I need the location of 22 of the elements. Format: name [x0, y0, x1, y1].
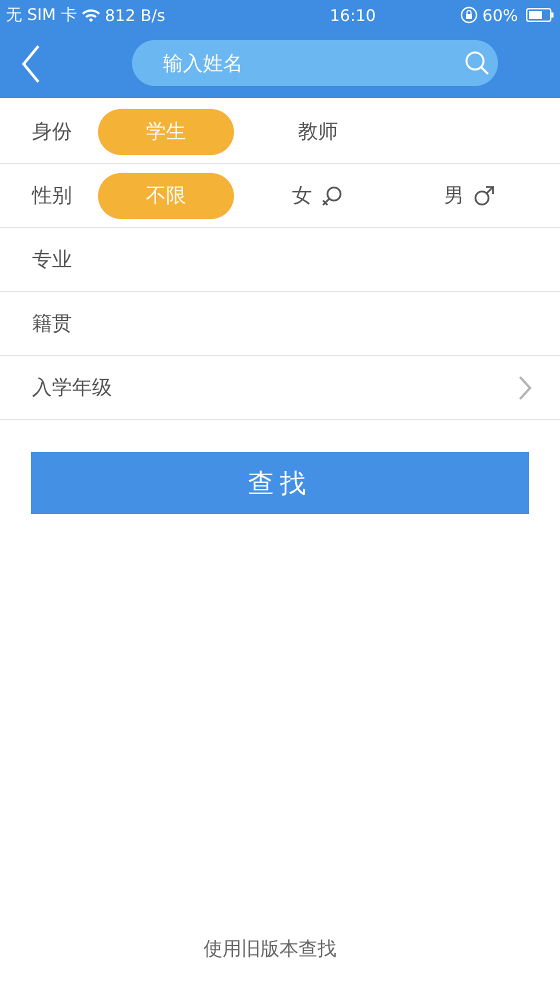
filter-option[interactable]: 教师: [250, 108, 386, 154]
search-icon[interactable]: [464, 50, 490, 76]
filter-label: 身份: [32, 118, 73, 145]
carrier-text: 无 SIM 卡: [6, 4, 77, 26]
filter-option[interactable]: 女: [250, 172, 386, 218]
filter-label: 入学年级: [32, 374, 112, 401]
old-version-search-link[interactable]: 使用旧版本查找: [204, 936, 336, 962]
filter-option[interactable]: 男: [402, 172, 538, 218]
search-button[interactable]: 查找: [31, 452, 529, 514]
male-symbol-icon: [472, 184, 496, 208]
filter-label: 专业: [32, 246, 73, 273]
battery-percent: 60%: [482, 6, 518, 24]
rotation-lock-icon: [460, 6, 478, 24]
battery-icon: [526, 8, 554, 22]
search-field[interactable]: 输入姓名: [132, 40, 498, 86]
chevron-right-icon[interactable]: [518, 374, 532, 400]
filter-label: 籍贯: [32, 310, 73, 337]
clock-time: 16:10: [330, 6, 376, 24]
wifi-icon: [80, 7, 101, 23]
network-speed: 812 B/s: [104, 6, 166, 24]
female-symbol-icon: [320, 184, 344, 208]
filter-label: 性别: [32, 182, 73, 209]
